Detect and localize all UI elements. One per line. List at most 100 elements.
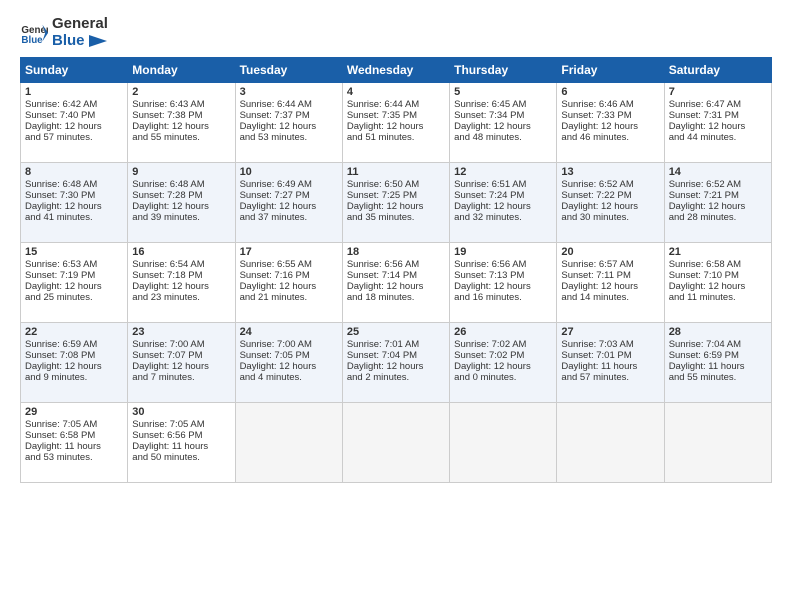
daylight-label: Daylight: 12 hours	[240, 361, 338, 372]
daylight-label: Daylight: 11 hours	[132, 441, 230, 452]
day-number: 24	[240, 326, 338, 338]
day-number: 12	[454, 166, 552, 178]
sunset-text: Sunset: 7:19 PM	[25, 270, 123, 281]
sunrise-text: Sunrise: 6:52 AM	[669, 179, 767, 190]
daylight-label: Daylight: 12 hours	[347, 281, 445, 292]
calendar-cell	[235, 403, 342, 483]
sunset-text: Sunset: 7:30 PM	[25, 190, 123, 201]
calendar-cell: 27Sunrise: 7:03 AMSunset: 7:01 PMDayligh…	[557, 323, 664, 403]
daylight-label: Daylight: 11 hours	[669, 361, 767, 372]
calendar-cell: 7Sunrise: 6:47 AMSunset: 7:31 PMDaylight…	[664, 83, 771, 163]
sunrise-text: Sunrise: 6:57 AM	[561, 259, 659, 270]
calendar-cell: 22Sunrise: 6:59 AMSunset: 7:08 PMDayligh…	[21, 323, 128, 403]
daylight-label: Daylight: 12 hours	[561, 121, 659, 132]
daylight-minutes: and 44 minutes.	[669, 132, 767, 143]
sunset-text: Sunset: 7:16 PM	[240, 270, 338, 281]
sunset-text: Sunset: 7:07 PM	[132, 350, 230, 361]
daylight-minutes: and 32 minutes.	[454, 212, 552, 223]
day-number: 17	[240, 246, 338, 258]
daylight-label: Daylight: 12 hours	[132, 121, 230, 132]
calendar-week-row: 22Sunrise: 6:59 AMSunset: 7:08 PMDayligh…	[21, 323, 772, 403]
calendar-cell: 4Sunrise: 6:44 AMSunset: 7:35 PMDaylight…	[342, 83, 449, 163]
day-number: 19	[454, 246, 552, 258]
col-wednesday: Wednesday	[342, 58, 449, 83]
sunset-text: Sunset: 7:35 PM	[347, 110, 445, 121]
sunrise-text: Sunrise: 6:44 AM	[240, 99, 338, 110]
sunrise-text: Sunrise: 7:05 AM	[132, 419, 230, 430]
calendar-table: Sunday Monday Tuesday Wednesday Thursday…	[20, 57, 772, 483]
calendar-cell: 13Sunrise: 6:52 AMSunset: 7:22 PMDayligh…	[557, 163, 664, 243]
day-number: 22	[25, 326, 123, 338]
logo-arrow	[89, 35, 107, 47]
daylight-label: Daylight: 12 hours	[669, 201, 767, 212]
daylight-minutes: and 35 minutes.	[347, 212, 445, 223]
sunrise-text: Sunrise: 6:48 AM	[25, 179, 123, 190]
sunset-text: Sunset: 7:34 PM	[454, 110, 552, 121]
calendar-cell: 3Sunrise: 6:44 AMSunset: 7:37 PMDaylight…	[235, 83, 342, 163]
logo-general: General	[52, 16, 108, 33]
calendar-cell: 23Sunrise: 7:00 AMSunset: 7:07 PMDayligh…	[128, 323, 235, 403]
sunset-text: Sunset: 7:05 PM	[240, 350, 338, 361]
sunrise-text: Sunrise: 6:42 AM	[25, 99, 123, 110]
calendar-cell: 11Sunrise: 6:50 AMSunset: 7:25 PMDayligh…	[342, 163, 449, 243]
daylight-label: Daylight: 12 hours	[561, 281, 659, 292]
daylight-minutes: and 53 minutes.	[240, 132, 338, 143]
daylight-label: Daylight: 12 hours	[454, 281, 552, 292]
col-tuesday: Tuesday	[235, 58, 342, 83]
calendar-header-row: Sunday Monday Tuesday Wednesday Thursday…	[21, 58, 772, 83]
sunset-text: Sunset: 7:31 PM	[669, 110, 767, 121]
sunset-text: Sunset: 7:27 PM	[240, 190, 338, 201]
day-number: 30	[132, 406, 230, 418]
calendar-cell: 2Sunrise: 6:43 AMSunset: 7:38 PMDaylight…	[128, 83, 235, 163]
sunset-text: Sunset: 7:22 PM	[561, 190, 659, 201]
daylight-label: Daylight: 12 hours	[240, 281, 338, 292]
daylight-label: Daylight: 12 hours	[25, 201, 123, 212]
calendar-cell	[342, 403, 449, 483]
col-monday: Monday	[128, 58, 235, 83]
sunset-text: Sunset: 7:02 PM	[454, 350, 552, 361]
day-number: 14	[669, 166, 767, 178]
sunset-text: Sunset: 7:10 PM	[669, 270, 767, 281]
sunset-text: Sunset: 7:13 PM	[454, 270, 552, 281]
daylight-minutes: and 53 minutes.	[25, 452, 123, 463]
sunrise-text: Sunrise: 6:56 AM	[347, 259, 445, 270]
calendar-cell: 9Sunrise: 6:48 AMSunset: 7:28 PMDaylight…	[128, 163, 235, 243]
calendar-cell: 21Sunrise: 6:58 AMSunset: 7:10 PMDayligh…	[664, 243, 771, 323]
daylight-minutes: and 25 minutes.	[25, 292, 123, 303]
day-number: 8	[25, 166, 123, 178]
sunrise-text: Sunrise: 6:49 AM	[240, 179, 338, 190]
day-number: 6	[561, 86, 659, 98]
sunset-text: Sunset: 7:37 PM	[240, 110, 338, 121]
calendar-cell: 28Sunrise: 7:04 AMSunset: 6:59 PMDayligh…	[664, 323, 771, 403]
daylight-label: Daylight: 11 hours	[561, 361, 659, 372]
calendar-cell	[450, 403, 557, 483]
day-number: 29	[25, 406, 123, 418]
daylight-minutes: and 41 minutes.	[25, 212, 123, 223]
sunset-text: Sunset: 7:40 PM	[25, 110, 123, 121]
daylight-minutes: and 21 minutes.	[240, 292, 338, 303]
day-number: 25	[347, 326, 445, 338]
day-number: 10	[240, 166, 338, 178]
day-number: 7	[669, 86, 767, 98]
daylight-minutes: and 23 minutes.	[132, 292, 230, 303]
daylight-label: Daylight: 12 hours	[454, 361, 552, 372]
sunset-text: Sunset: 7:18 PM	[132, 270, 230, 281]
sunrise-text: Sunrise: 6:53 AM	[25, 259, 123, 270]
daylight-minutes: and 4 minutes.	[240, 372, 338, 383]
sunset-text: Sunset: 6:56 PM	[132, 430, 230, 441]
col-sunday: Sunday	[21, 58, 128, 83]
calendar-cell: 17Sunrise: 6:55 AMSunset: 7:16 PMDayligh…	[235, 243, 342, 323]
sunrise-text: Sunrise: 6:54 AM	[132, 259, 230, 270]
sunrise-text: Sunrise: 6:43 AM	[132, 99, 230, 110]
day-number: 15	[25, 246, 123, 258]
daylight-minutes: and 14 minutes.	[561, 292, 659, 303]
daylight-label: Daylight: 12 hours	[132, 201, 230, 212]
day-number: 9	[132, 166, 230, 178]
daylight-label: Daylight: 12 hours	[454, 121, 552, 132]
logo: General Blue General Blue	[20, 16, 108, 49]
daylight-minutes: and 57 minutes.	[561, 372, 659, 383]
day-number: 5	[454, 86, 552, 98]
sunrise-text: Sunrise: 6:52 AM	[561, 179, 659, 190]
calendar-cell: 10Sunrise: 6:49 AMSunset: 7:27 PMDayligh…	[235, 163, 342, 243]
calendar-cell: 29Sunrise: 7:05 AMSunset: 6:58 PMDayligh…	[21, 403, 128, 483]
